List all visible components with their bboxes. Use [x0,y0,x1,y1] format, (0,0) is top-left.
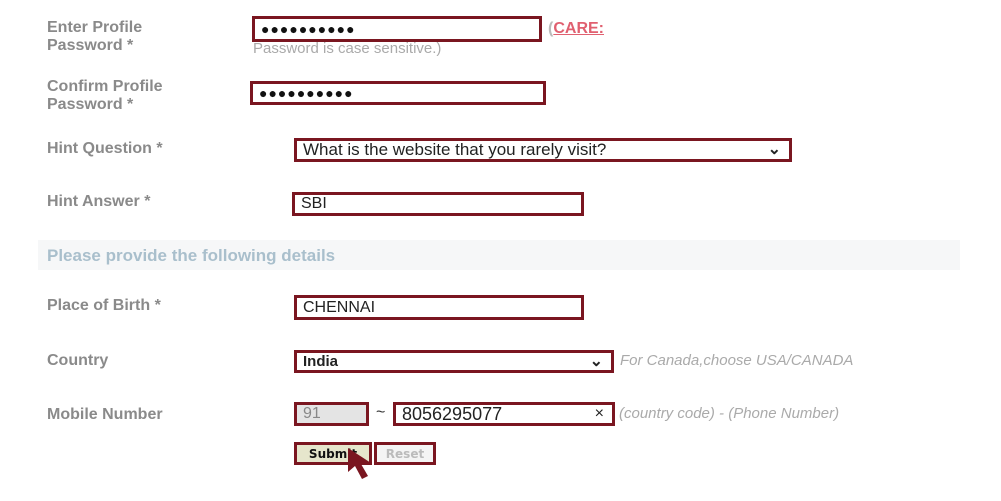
clear-icon[interactable]: × [595,405,604,423]
confirm-label-line1: Confirm Profile [47,78,163,95]
country-select[interactable]: India ⌄ [294,350,614,373]
confirm-label-line2: Password * [47,96,134,113]
country-value: India [303,353,339,370]
password-label-line1: Enter Profile [47,19,143,36]
details-section-header: Please provide the following details [38,240,960,270]
password-label: Enter Profile Password * [47,19,142,55]
mobile-number-input[interactable]: 8056295077 × [393,402,615,426]
reset-button[interactable]: Reset [374,442,436,465]
hint-question-select[interactable]: What is the website that you rarely visi… [294,138,792,162]
password-hint: Password is case sensitive.) [253,40,442,57]
care-link[interactable]: CARE: [553,20,604,37]
care-note: (CARE: [548,20,604,38]
mobile-label: Mobile Number [47,406,163,423]
hint-question-label: Hint Question * [47,140,163,157]
mobile-note: (country code) - (Phone Number) [619,405,840,422]
password-label-line2: Password * [47,37,134,54]
country-label: Country [47,352,109,369]
country-note: For Canada,choose USA/CANADA [620,352,854,369]
place-of-birth-input[interactable]: CHENNAI [294,295,584,320]
confirm-password-label: Confirm Profile Password * [47,78,163,114]
hint-question-value: What is the website that you rarely visi… [303,140,607,159]
chevron-down-icon: ⌄ [589,352,603,370]
hint-answer-input[interactable]: SBI [292,192,584,216]
section-title: Please provide the following details [47,246,336,265]
place-of-birth-label: Place of Birth * [47,297,161,314]
cursor-arrow-icon [348,448,371,479]
chevron-down-icon: ⌄ [767,141,781,158]
password-input[interactable]: ●●●●●●●●●● [252,16,542,42]
mobile-separator: ~ [376,404,386,421]
hint-answer-label: Hint Answer * [47,193,151,210]
confirm-password-input[interactable]: ●●●●●●●●●● [250,81,546,105]
mobile-number-value: 8056295077 [402,403,503,424]
country-code-input[interactable]: 91 [294,402,369,426]
